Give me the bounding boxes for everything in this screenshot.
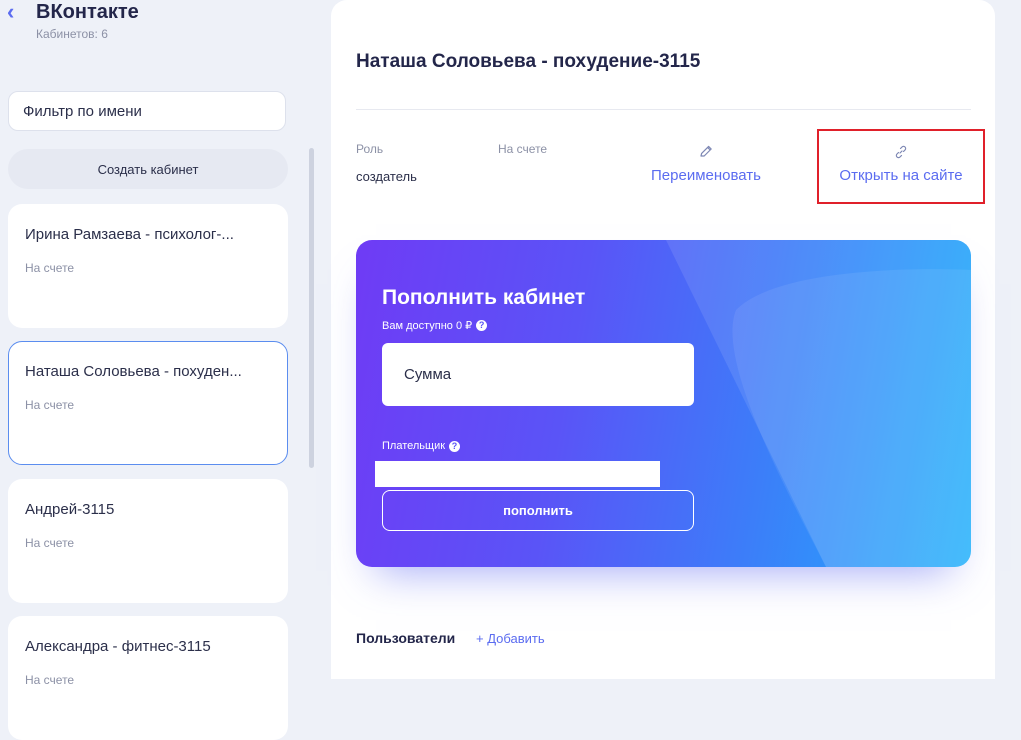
main-panel: Наташа Соловьева - похудение-3115 Роль с… bbox=[331, 0, 995, 679]
divider bbox=[356, 109, 971, 110]
app-title: ВКонтакте bbox=[36, 1, 139, 23]
back-icon[interactable]: ‹ bbox=[7, 0, 14, 24]
pencil-icon bbox=[643, 143, 769, 161]
question-icon[interactable]: ? bbox=[449, 440, 461, 452]
cabinet-card[interactable]: Александра - фитнес-3115 На счете bbox=[8, 616, 288, 740]
cabinet-card-title: Александра - фитнес-3115 bbox=[25, 638, 211, 655]
topup-available: Вам доступно 0 ₽ ? bbox=[382, 319, 488, 332]
page-title: Наташа Соловьева - похудение-3115 bbox=[356, 51, 701, 72]
rename-button[interactable]: Переименовать bbox=[643, 143, 769, 185]
rename-label: Переименовать bbox=[651, 167, 761, 184]
cabinet-card-title: Андрей-3115 bbox=[25, 501, 115, 518]
topup-button[interactable]: пополнить bbox=[382, 490, 694, 531]
question-icon[interactable]: ? bbox=[476, 320, 488, 331]
cabinet-card-status: На счете bbox=[25, 398, 75, 412]
balance-label: На счете bbox=[498, 142, 548, 156]
cabinet-card-status: На счете bbox=[25, 673, 75, 687]
cabinet-card-active[interactable]: Наташа Соловьева - похуден... На счете bbox=[8, 341, 288, 465]
payer-label: Плательщик ? bbox=[382, 440, 461, 452]
cabinets-count: Кабинетов: 6 bbox=[36, 27, 108, 41]
topup-available-text: Вам доступно 0 ₽ bbox=[382, 320, 473, 332]
cabinet-card-status: На счете bbox=[25, 261, 75, 275]
create-cabinet-button[interactable]: Создать кабинет bbox=[8, 149, 288, 189]
cabinet-card[interactable]: Ирина Рамзаева - психолог-... На счете bbox=[8, 204, 288, 328]
cabinet-card-title: Ирина Рамзаева - психолог-... bbox=[25, 226, 234, 243]
add-user-link[interactable]: + Добавить bbox=[476, 631, 545, 646]
cabinet-card-title: Наташа Соловьева - похуден... bbox=[25, 363, 242, 380]
amount-input[interactable] bbox=[382, 343, 694, 406]
role-value: создатель bbox=[356, 169, 417, 184]
topup-card: Пополнить кабинет Вам доступно 0 ₽ ? Пла… bbox=[356, 240, 971, 567]
payer-field[interactable] bbox=[375, 461, 660, 487]
users-title: Пользователи bbox=[356, 630, 456, 646]
sidebar-scrollbar[interactable] bbox=[309, 148, 314, 468]
payer-label-text: Плательщик bbox=[382, 440, 446, 452]
cabinet-card[interactable]: Андрей-3115 На счете bbox=[8, 479, 288, 603]
topup-title: Пополнить кабинет bbox=[382, 286, 586, 309]
highlight-box bbox=[817, 129, 985, 204]
role-label: Роль bbox=[356, 142, 384, 156]
filter-input[interactable] bbox=[8, 91, 286, 131]
cabinet-card-status: На счете bbox=[25, 536, 75, 550]
